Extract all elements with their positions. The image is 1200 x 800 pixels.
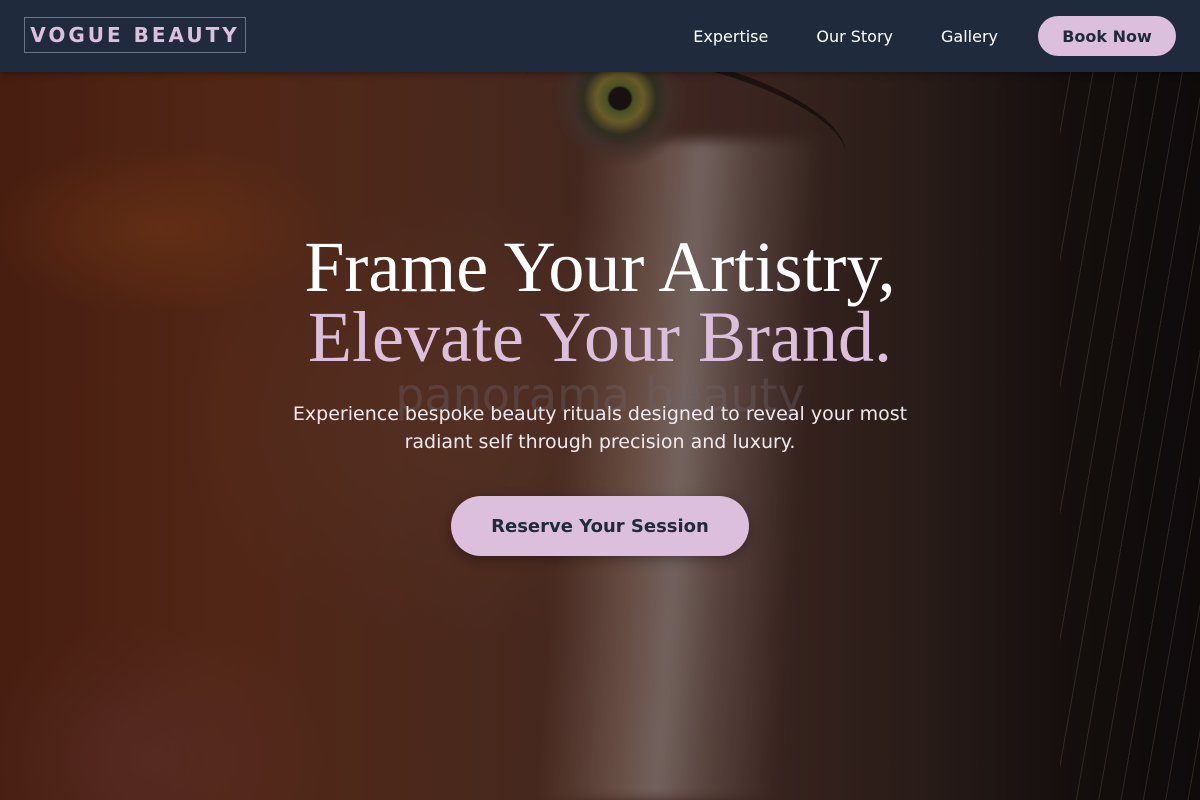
book-now-button[interactable]: Book Now [1038,16,1176,56]
nav-links: Expertise Our Story Gallery Book Now [693,16,1176,56]
top-navbar: VOGUE BEAUTY Expertise Our Story Gallery… [0,0,1200,72]
hero-headline: Frame Your Artistry, Elevate Your Brand. [0,227,1200,377]
hero-headline-line2: Elevate Your Brand. [308,297,892,377]
landing-page: VOGUE BEAUTY Expertise Our Story Gallery… [0,0,1200,800]
nav-link-our-story[interactable]: Our Story [816,27,893,46]
hero-headline-line1: Frame Your Artistry, [304,227,896,307]
nav-link-expertise[interactable]: Expertise [693,27,768,46]
reserve-session-button[interactable]: Reserve Your Session [451,496,749,556]
hero-content: Frame Your Artistry, Elevate Your Brand.… [0,227,1200,556]
nav-link-gallery[interactable]: Gallery [941,27,998,46]
brand-logo[interactable]: VOGUE BEAUTY [24,17,246,53]
hero-subtitle: Experience bespoke beauty rituals design… [292,403,908,453]
